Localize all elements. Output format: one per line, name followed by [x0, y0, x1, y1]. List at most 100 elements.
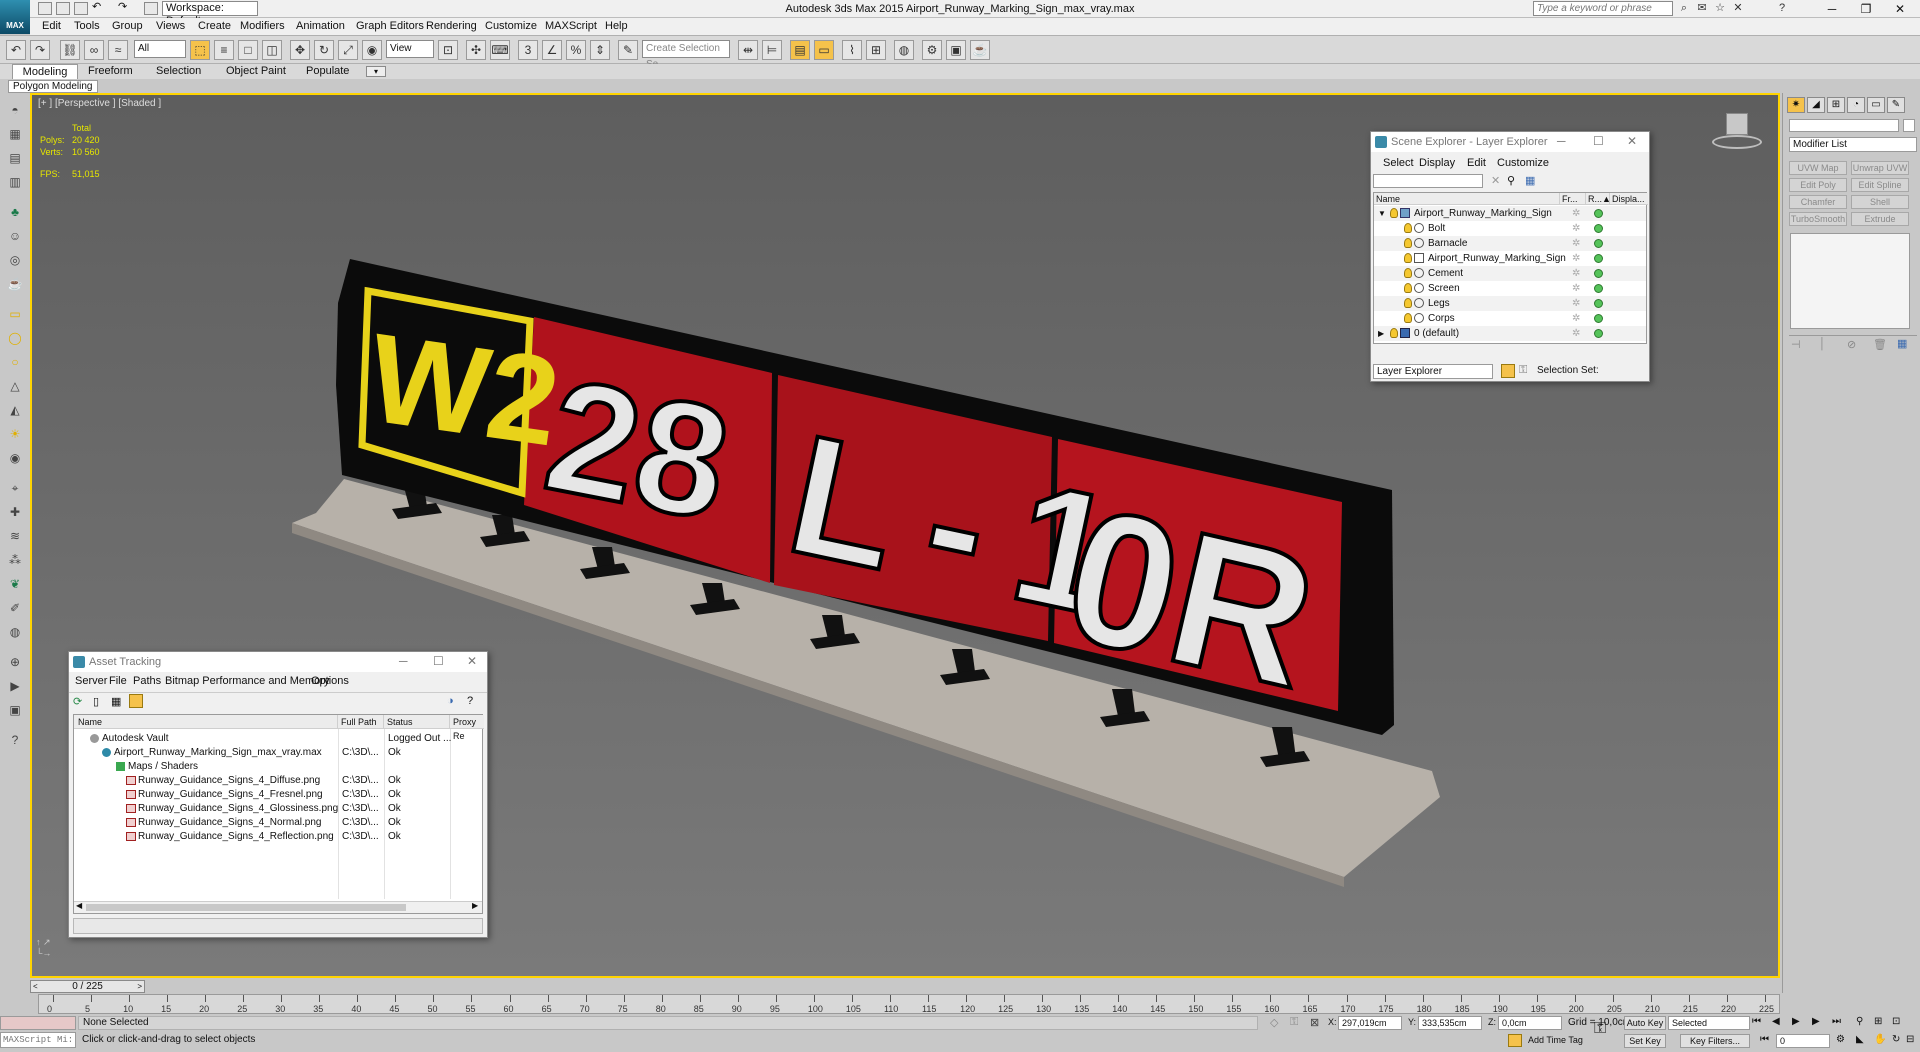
freeze-icon[interactable]: ✲: [1572, 296, 1580, 311]
se-col-freeze[interactable]: Fr...: [1560, 193, 1586, 205]
key-mode-toggle-icon[interactable]: ⏮: [1760, 1034, 1769, 1045]
asset-tracking-title[interactable]: Asset Tracking: [69, 652, 487, 672]
edit-poly-button[interactable]: Edit Poly: [1789, 178, 1847, 192]
motion-tab-icon[interactable]: ◔: [1847, 97, 1865, 113]
select-by-name-icon[interactable]: ≡: [214, 40, 234, 60]
hierarchy-tab-icon[interactable]: ⊞: [1827, 97, 1845, 113]
schematic-view-icon[interactable]: ⊞: [866, 40, 886, 60]
viewcube-icon[interactable]: [1712, 113, 1762, 153]
at-menu-bitmap-performance[interactable]: Bitmap Performance and Memory: [165, 674, 329, 689]
workspace-dropdown[interactable]: Workspace: Default: [162, 1, 258, 27]
selection-filter-dropdown[interactable]: All: [134, 40, 186, 58]
dummy-icon[interactable]: ◎: [6, 251, 24, 269]
modifier-list-dropdown[interactable]: Modifier List: [1789, 137, 1917, 152]
teapot-icon[interactable]: ☕: [6, 275, 24, 293]
rotate-icon[interactable]: ↻: [314, 40, 334, 60]
freeze-icon[interactable]: ✲: [1572, 236, 1580, 251]
menu-animation[interactable]: Animation: [296, 20, 345, 33]
plane-icon[interactable]: ▤: [6, 149, 24, 167]
light-bulb-icon[interactable]: [1390, 208, 1398, 218]
bind-space-warp-icon[interactable]: ≈: [108, 40, 128, 60]
zoom-all-icon[interactable]: ⊞: [1874, 1016, 1882, 1027]
tab-object-paint[interactable]: Object Paint: [220, 64, 292, 79]
place-icon[interactable]: ◉: [362, 40, 382, 60]
ellipse-shape-icon[interactable]: ◯: [6, 329, 24, 347]
scroll-right-icon[interactable]: ▶: [472, 901, 478, 910]
freeze-icon[interactable]: ✲: [1572, 311, 1580, 326]
toggle-ribbon-icon[interactable]: ▭: [814, 40, 834, 60]
zoom-icon[interactable]: ⚲: [1856, 1016, 1863, 1027]
menu-graph-editors[interactable]: Graph Editors: [356, 20, 424, 33]
render-icon[interactable]: ▣: [6, 701, 24, 719]
menu-edit[interactable]: Edit: [42, 20, 61, 33]
menu-customize[interactable]: Customize: [485, 20, 537, 33]
auto-key-button[interactable]: Auto Key: [1624, 1016, 1666, 1030]
at-col-name[interactable]: Name: [74, 715, 338, 729]
freeze-icon[interactable]: ✲: [1572, 326, 1580, 341]
circle-shape-icon[interactable]: ○: [6, 353, 24, 371]
tab-selection[interactable]: Selection: [150, 64, 207, 79]
light-bulb-icon[interactable]: [1404, 253, 1412, 263]
utilities-tab-icon[interactable]: ✎: [1887, 97, 1905, 113]
time-tag-icon[interactable]: [1508, 1034, 1522, 1047]
shell-button[interactable]: Shell: [1851, 195, 1909, 209]
tree-row[interactable]: Bolt ✲: [1374, 221, 1646, 236]
redo-icon[interactable]: ↷: [30, 40, 50, 60]
scroll-left-icon[interactable]: ◀: [76, 901, 82, 910]
table-view-icon[interactable]: ▦: [111, 695, 121, 708]
freeze-icon[interactable]: ✲: [1572, 266, 1580, 281]
close-button[interactable]: ✕: [1884, 0, 1916, 18]
align-icon[interactable]: ⊨: [762, 40, 782, 60]
x-coordinate-field[interactable]: 297,019cm: [1338, 1016, 1402, 1030]
maxscript-listener-output[interactable]: [0, 1016, 76, 1030]
se-menu-edit[interactable]: Edit: [1467, 156, 1486, 171]
exchange-icon[interactable]: ✕: [1730, 1, 1746, 16]
edit-spline-button[interactable]: Edit Spline: [1851, 178, 1909, 192]
edit-named-selection-icon[interactable]: ✎: [618, 40, 638, 60]
vault-connect-icon[interactable]: ◑: [447, 695, 454, 707]
selection-lock-icon[interactable]: ⚿: [1290, 1016, 1298, 1029]
at-menu-server[interactable]: Server: [75, 674, 107, 689]
mirror-icon[interactable]: ⇹: [738, 40, 758, 60]
go-to-start-icon[interactable]: ⏮: [1752, 1016, 1761, 1027]
undo-icon[interactable]: ↶: [6, 40, 26, 60]
grid-icon[interactable]: ▥: [6, 173, 24, 191]
turbosmooth-button[interactable]: TurboSmooth: [1789, 212, 1847, 226]
render-toggle-icon[interactable]: [1594, 284, 1603, 293]
help-icon[interactable]: ?: [1774, 1, 1790, 16]
menu-views[interactable]: Views: [156, 20, 185, 33]
maximize-viewport-icon[interactable]: ⊟: [1906, 1034, 1914, 1045]
at-menu-options[interactable]: Options: [311, 674, 349, 689]
filter-icon[interactable]: ▦: [1525, 174, 1535, 187]
asset-tracking-maximize-button[interactable]: ☐: [433, 654, 444, 668]
spinner-snap-icon[interactable]: ⇕: [590, 40, 610, 60]
select-manipulate-icon[interactable]: ✣: [466, 40, 486, 60]
rectangle-shape-icon[interactable]: ▭: [6, 305, 24, 323]
chamfer-button[interactable]: Chamfer: [1789, 195, 1847, 209]
communication-icon[interactable]: ✉: [1694, 1, 1710, 16]
tree-row[interactable]: Legs ✲: [1374, 296, 1646, 311]
zoom-extents-icon[interactable]: ⊡: [1892, 1016, 1900, 1027]
light-bulb-icon[interactable]: [1404, 298, 1412, 308]
undo-icon[interactable]: ↶: [92, 2, 106, 15]
space-warp-icon[interactable]: ≋: [6, 527, 24, 545]
clear-search-icon[interactable]: ✕: [1491, 174, 1500, 187]
render-toggle-icon[interactable]: [1594, 299, 1603, 308]
create-tab-icon[interactable]: ✷: [1787, 97, 1805, 113]
next-frame-icon[interactable]: >: [137, 981, 142, 992]
world-icon[interactable]: ◍: [6, 623, 24, 641]
at-col-status[interactable]: Status: [384, 715, 450, 729]
menu-help[interactable]: Help: [605, 20, 628, 33]
pivot-center-icon[interactable]: ⊡: [438, 40, 458, 60]
material-editor-icon[interactable]: ◍: [894, 40, 914, 60]
render-toggle-icon[interactable]: [1594, 239, 1603, 248]
scene-explorer-close-button[interactable]: ✕: [1627, 134, 1637, 148]
scene-explorer-title[interactable]: Scene Explorer - Layer Explorer: [1371, 132, 1649, 152]
tab-modeling[interactable]: Modeling: [12, 64, 78, 79]
asset-tracking-minimize-button[interactable]: ─: [399, 654, 408, 668]
search-input[interactable]: Type a keyword or phrase: [1533, 1, 1673, 16]
globe-icon[interactable]: ⊕: [6, 653, 24, 671]
helper-icon[interactable]: ✚: [6, 503, 24, 521]
configure-modifier-sets-icon[interactable]: ▦: [1897, 337, 1907, 350]
se-col-name[interactable]: Name: [1374, 193, 1560, 205]
